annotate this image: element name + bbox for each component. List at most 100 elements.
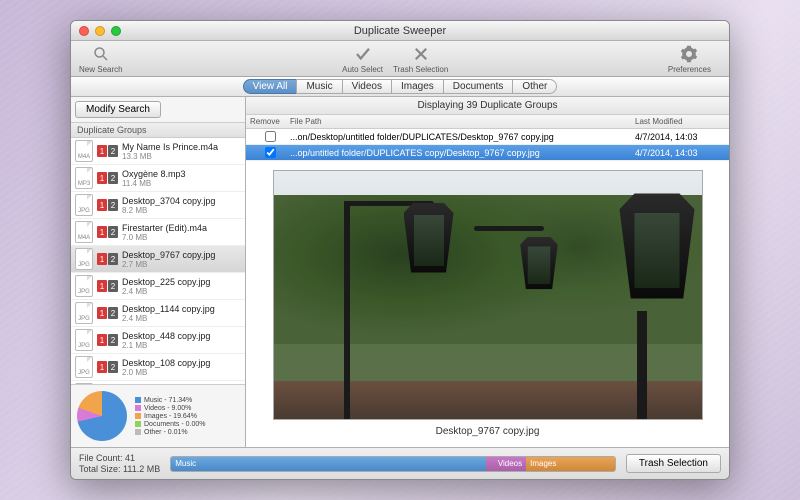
footer: File Count: 41 Total Size: 111.2 MB Musi… — [71, 447, 729, 479]
file-icon: JPG — [75, 383, 93, 384]
item-name: My Name Is Prince.m4a — [122, 142, 218, 152]
preview-image — [273, 170, 703, 420]
item-size: 11.4 MB — [122, 179, 186, 188]
row-modified: 4/7/2014, 14:03 — [635, 148, 725, 158]
dup-badge-1: 1 — [97, 226, 107, 238]
bar-images: Images — [526, 457, 615, 471]
file-icon: JPG — [75, 248, 93, 270]
preferences-button[interactable]: Preferences — [668, 44, 711, 74]
table-row[interactable]: ...op/untitled folder/DUPLICATES copy/De… — [246, 145, 729, 161]
item-name: Oxygène 8.mp3 — [122, 169, 186, 179]
list-item[interactable]: M4A 12 Firestarter (Edit).m4a7.0 MB — [71, 219, 245, 246]
row-modified: 4/7/2014, 14:03 — [635, 132, 725, 142]
list-item[interactable]: JPG 12 Desktop_448 copy.jpg2.1 MB — [71, 327, 245, 354]
file-icon: JPG — [75, 329, 93, 351]
dup-badge-1: 1 — [97, 145, 107, 157]
dup-badge-2: 2 — [108, 307, 118, 319]
item-name: Desktop_225 copy.jpg — [122, 277, 210, 287]
item-size: 7.0 MB — [122, 233, 207, 242]
item-name: Desktop_448 copy.jpg — [122, 331, 210, 341]
col-remove[interactable]: Remove — [250, 117, 290, 126]
item-size: 2.7 MB — [122, 260, 215, 269]
item-size: 2.4 MB — [122, 287, 210, 296]
dup-badge-2: 2 — [108, 253, 118, 265]
table-row[interactable]: ...on/Desktop/untitled folder/DUPLICATES… — [246, 129, 729, 145]
dup-badge-2: 2 — [108, 199, 118, 211]
file-icon: M4A — [75, 221, 93, 243]
auto-select-button[interactable]: Auto Select — [342, 44, 383, 74]
footer-stats: File Count: 41 Total Size: 111.2 MB — [79, 453, 160, 474]
item-name: Desktop_9767 copy.jpg — [122, 250, 215, 260]
toolbar: New Search Auto Select Trash Selection P… — [71, 41, 729, 77]
pie-section: Music - 71.34% Videos - 9.00% Images - 1… — [71, 384, 245, 447]
x-icon — [411, 44, 431, 64]
preview-caption: Desktop_9767 copy.jpg — [436, 420, 540, 439]
footer-trash-button[interactable]: Trash Selection — [626, 454, 721, 473]
list-item[interactable]: MP3 12 Oxygène 8.mp311.4 MB — [71, 165, 245, 192]
item-name: Firestarter (Edit).m4a — [122, 223, 207, 233]
list-item[interactable]: JPG 12 Desktop_225 copy.jpg2.4 MB — [71, 273, 245, 300]
list-item[interactable]: M4A 12 My Name Is Prince.m4a13.3 MB — [71, 138, 245, 165]
dup-badge-2: 2 — [108, 226, 118, 238]
filter-images[interactable]: Images — [391, 79, 443, 94]
sidebar-header: Duplicate Groups — [71, 122, 245, 138]
filter-music[interactable]: Music — [296, 79, 341, 94]
file-icon: JPG — [75, 194, 93, 216]
remove-checkbox[interactable] — [265, 147, 276, 158]
pie-chart-icon — [77, 391, 127, 441]
row-path: ...on/Desktop/untitled folder/DUPLICATES… — [290, 132, 635, 142]
filter-view-all[interactable]: View All — [243, 79, 297, 94]
dup-badge-1: 1 — [97, 199, 107, 211]
file-icon: M4A — [75, 140, 93, 162]
trash-selection-button[interactable]: Trash Selection — [393, 44, 448, 74]
search-icon — [91, 44, 111, 64]
filter-other[interactable]: Other — [512, 79, 557, 94]
list-item[interactable]: JPG 12 Desktop_1144 copy.jpg2.4 MB — [71, 300, 245, 327]
gear-icon — [679, 44, 699, 64]
item-name: Desktop_3704 copy.jpg — [122, 196, 215, 206]
filter-videos[interactable]: Videos — [342, 79, 391, 94]
main-pane: Displaying 39 Duplicate Groups Remove Fi… — [246, 97, 729, 447]
group-list[interactable]: M4A 12 My Name Is Prince.m4a13.3 MBMP3 1… — [71, 138, 245, 384]
col-modified[interactable]: Last Modified — [635, 117, 725, 126]
bar-videos: Videos — [486, 457, 526, 471]
item-size: 13.3 MB — [122, 152, 218, 161]
filter-bar: View All Music Videos Images Documents O… — [71, 77, 729, 97]
main-header: Displaying 39 Duplicate Groups — [246, 97, 729, 115]
dup-badge-1: 1 — [97, 253, 107, 265]
check-icon — [353, 44, 373, 64]
file-rows: ...on/Desktop/untitled folder/DUPLICATES… — [246, 129, 729, 161]
modify-search-button[interactable]: Modify Search — [75, 101, 161, 118]
preview-pane: Desktop_9767 copy.jpg — [246, 161, 729, 447]
col-path[interactable]: File Path — [290, 117, 635, 126]
dup-badge-1: 1 — [97, 307, 107, 319]
dup-badge-2: 2 — [108, 334, 118, 346]
dup-badge-2: 2 — [108, 280, 118, 292]
dup-badge-2: 2 — [108, 145, 118, 157]
file-icon: JPG — [75, 275, 93, 297]
item-name: Desktop_108 copy.jpg — [122, 358, 210, 368]
sidebar: Modify Search Duplicate Groups M4A 12 My… — [71, 97, 246, 447]
item-size: 2.1 MB — [122, 341, 210, 350]
list-item[interactable]: JPG 12 Desktop_9767 copy.jpg2.7 MB — [71, 246, 245, 273]
file-icon: MP3 — [75, 167, 93, 189]
pie-legend: Music - 71.34% Videos - 9.00% Images - 1… — [135, 397, 205, 436]
list-item[interactable]: JPG 12 Desktop_108 copy.jpg2.0 MB — [71, 354, 245, 381]
dup-badge-1: 1 — [97, 280, 107, 292]
size-bar: Music Videos Images — [170, 456, 616, 472]
column-headers: Remove File Path Last Modified — [246, 115, 729, 129]
app-window: Duplicate Sweeper New Search Auto Select… — [70, 20, 730, 480]
list-item[interactable]: JPG 12 Desktop_3704 copy.jpg8.2 MB — [71, 192, 245, 219]
item-name: Desktop_1144 copy.jpg — [122, 304, 215, 314]
dup-badge-1: 1 — [97, 334, 107, 346]
filter-documents[interactable]: Documents — [443, 79, 513, 94]
file-icon: JPG — [75, 302, 93, 324]
dup-badge-2: 2 — [108, 172, 118, 184]
dup-badge-1: 1 — [97, 361, 107, 373]
remove-checkbox[interactable] — [265, 131, 276, 142]
row-path: ...op/untitled folder/DUPLICATES copy/De… — [290, 148, 635, 158]
file-icon: JPG — [75, 356, 93, 378]
item-size: 2.4 MB — [122, 314, 215, 323]
dup-badge-2: 2 — [108, 361, 118, 373]
new-search-button[interactable]: New Search — [79, 44, 123, 74]
